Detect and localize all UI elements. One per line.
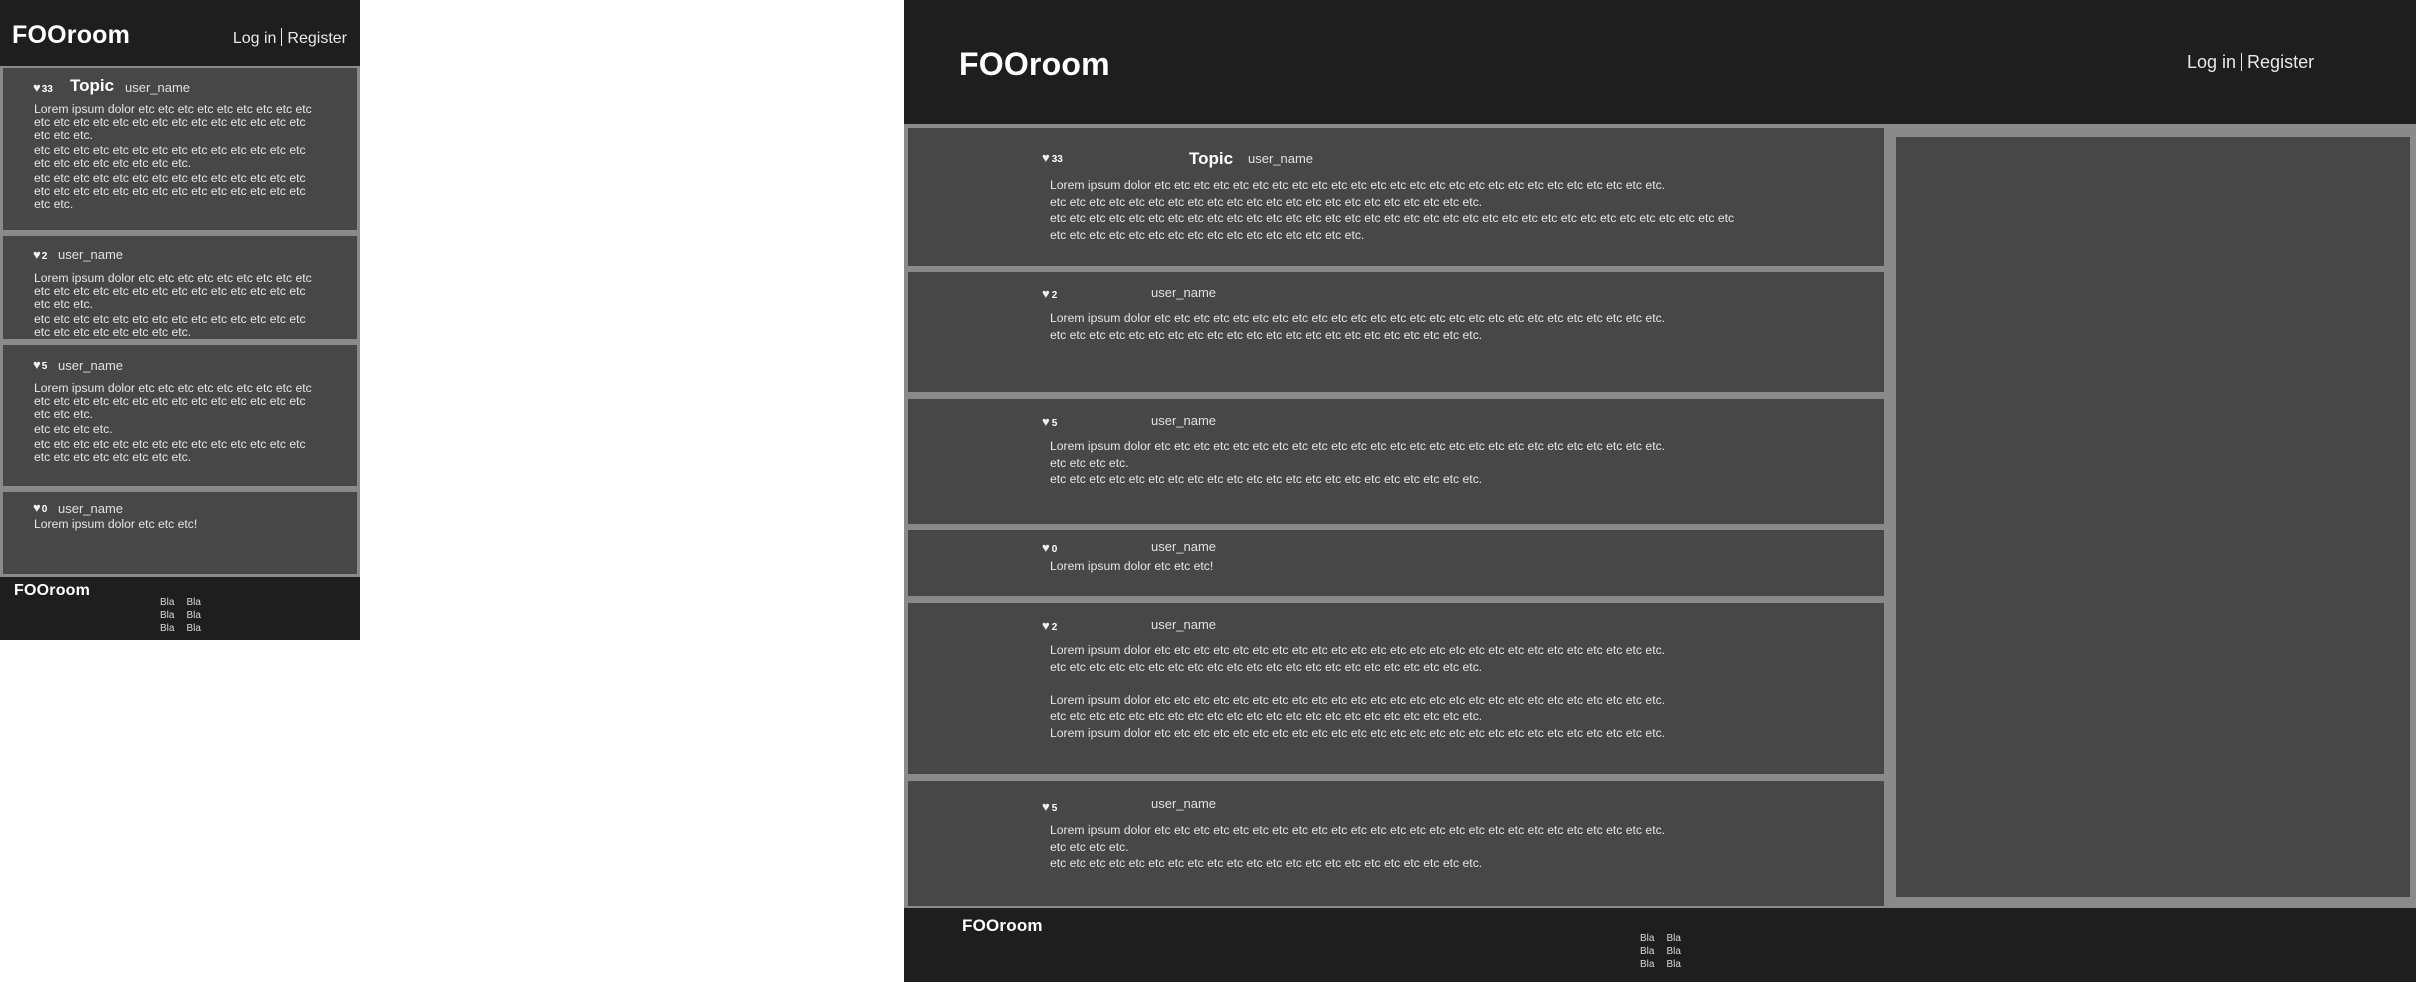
footer-link[interactable]: Bla [1640,958,1654,971]
footer-link[interactable]: Bla [1640,932,1654,945]
like-counter[interactable]: ♥5 [1042,799,1057,814]
footer-link[interactable]: Bla [160,622,174,635]
post-author[interactable]: user_name [1151,539,1216,554]
post-body: Lorem ipsum dolor etc etc etc etc etc et… [1050,311,1666,342]
footer-links: Bla Bla Bla Bla Bla Bla [1640,932,1681,971]
post-body: Lorem ipsum dolor etc etc etc! [1050,559,1214,573]
auth-links: Log in Register [2187,52,2314,73]
post-author[interactable]: user_name [1151,413,1216,428]
like-counter[interactable]: ♥0 [33,500,47,515]
post-card[interactable]: ♥5 user_name Lorem ipsum dolor etc etc e… [908,781,1884,906]
post-card[interactable]: ♥2 user_name Lorem ipsum dolor etc etc e… [908,272,1884,392]
post-body: Lorem ipsum dolor etc etc etc etc etc et… [1050,643,1666,740]
heart-icon[interactable]: ♥ [33,500,41,515]
post-body: Lorem ipsum dolor etc etc etc etc etc et… [34,102,312,211]
footer: FOOroom Bla Bla Bla Bla Bla Bla [904,908,2416,982]
register-link[interactable]: Register [287,30,347,47]
post-body: Lorem ipsum dolor etc etc etc etc etc et… [1050,439,1666,486]
post-topic[interactable]: Topic [1189,149,1233,169]
post-topic[interactable]: Topic [70,76,114,96]
post-author[interactable]: user_name [125,80,190,95]
post-author[interactable]: user_name [1151,617,1216,632]
footer-link[interactable]: Bla [160,596,174,609]
auth-divider [281,28,283,46]
heart-icon[interactable]: ♥ [1042,150,1050,165]
post-author[interactable]: user_name [1151,285,1216,300]
heart-icon[interactable]: ♥ [33,357,41,372]
post-body: Lorem ipsum dolor etc etc etc etc etc et… [1050,823,1666,870]
like-counter[interactable]: ♥2 [1042,286,1057,301]
like-counter[interactable]: ♥33 [1042,150,1063,165]
heart-icon[interactable]: ♥ [33,80,41,95]
footer: FOOroom Bla Bla Bla Bla Bla Bla [0,577,360,640]
footer-link[interactable]: Bla [1666,958,1680,971]
post-card[interactable]: ♥5 user_name Lorem ipsum dolor etc etc e… [908,399,1884,524]
footer-logo[interactable]: FOOroom [14,582,90,600]
post-card[interactable]: ♥33 Topic user_name Lorem ipsum dolor et… [3,68,357,230]
post-body: Lorem ipsum dolor etc etc etc etc etc et… [34,381,312,464]
post-card[interactable]: ♥5 user_name Lorem ipsum dolor etc etc e… [3,345,357,486]
like-counter[interactable]: ♥33 [33,80,53,95]
post-card[interactable]: ♥0 user_name Lorem ipsum dolor etc etc e… [908,530,1884,596]
post-card[interactable]: ♥0 user_name Lorem ipsum dolor etc etc e… [3,492,357,574]
footer-link[interactable]: Bla [1666,945,1680,958]
auth-divider [2241,53,2243,71]
footer-link[interactable]: Bla [186,622,200,635]
post-card[interactable]: ♥2 user_name Lorem ipsum dolor etc etc e… [3,236,357,339]
post-card[interactable]: ♥2 user_name Lorem ipsum dolor etc etc e… [908,603,1884,774]
post-author[interactable]: user_name [58,247,123,262]
post-author[interactable]: user_name [1248,151,1313,166]
site-logo[interactable]: FOOroom [959,46,1110,83]
footer-link[interactable]: Bla [1640,945,1654,958]
heart-icon[interactable]: ♥ [1042,286,1050,301]
post-card[interactable]: ♥33 Topic user_name Lorem ipsum dolor et… [908,128,1884,266]
heart-icon[interactable]: ♥ [1042,540,1050,555]
like-counter[interactable]: ♥2 [1042,618,1057,633]
heart-icon[interactable]: ♥ [33,247,41,262]
login-link[interactable]: Log in [2187,52,2236,72]
heart-icon[interactable]: ♥ [1042,414,1050,429]
site-logo[interactable]: FOOroom [12,21,130,50]
post-author[interactable]: user_name [1151,796,1216,811]
footer-links: Bla Bla Bla Bla Bla Bla [160,596,201,635]
footer-link[interactable]: Bla [186,609,200,622]
post-body: Lorem ipsum dolor etc etc etc! [34,517,198,531]
heart-icon[interactable]: ♥ [1042,618,1050,633]
heart-icon[interactable]: ♥ [1042,799,1050,814]
desktop-view: FOOroom Log in Register ♥ 33 Topic user_na… [904,0,2416,982]
post-author[interactable]: user_name [58,501,123,516]
footer-link[interactable]: Bla [186,596,200,609]
post-body: Lorem ipsum dolor etc etc etc etc etc et… [34,271,312,339]
mobile-view: FOOroom Log in Register ♥33 Topic user_na… [0,0,360,640]
header: FOOroom Log in Register [904,0,2416,124]
like-counter[interactable]: ♥5 [1042,414,1057,429]
header: FOOroom Log in Register [0,0,360,66]
auth-links: Log in Register [233,28,347,48]
sidebar-panel [1896,137,2410,897]
like-counter[interactable]: ♥5 [33,357,47,372]
register-link[interactable]: Register [2247,52,2314,72]
footer-logo[interactable]: FOOroom [962,916,1043,936]
like-counter[interactable]: ♥0 [1042,540,1057,555]
post-author[interactable]: user_name [58,358,123,373]
post-body: Lorem ipsum dolor etc etc etc etc etc et… [1050,178,1735,242]
footer-link[interactable]: Bla [160,609,174,622]
footer-link[interactable]: Bla [1666,932,1680,945]
like-counter[interactable]: ♥2 [33,247,47,262]
login-link[interactable]: Log in [233,30,277,47]
